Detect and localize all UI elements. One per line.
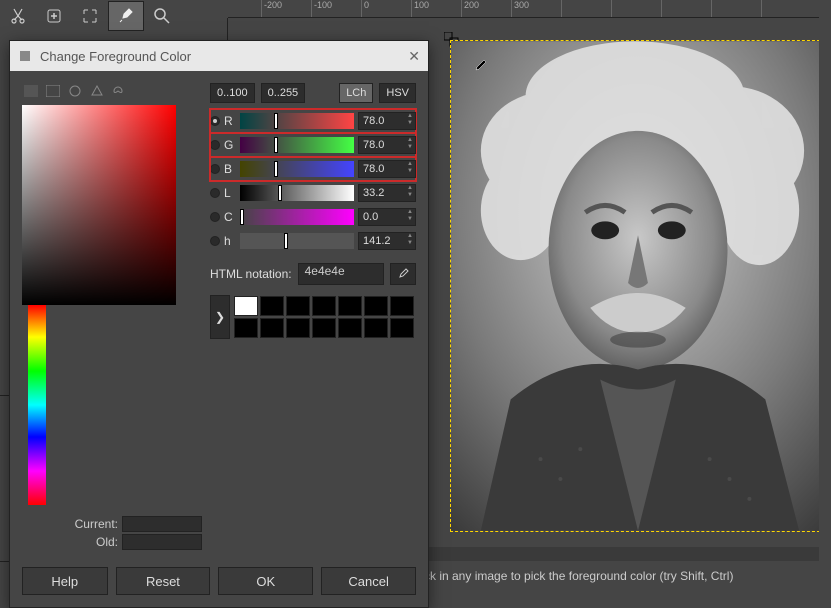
close-button[interactable]: ✕ [408,48,420,65]
range-0-100-button[interactable]: 0..100 [210,83,255,103]
dialog-title-text: Change Foreground Color [40,49,191,64]
colormodel-hsv-toggle[interactable]: HSV [379,83,416,103]
channel-g-value[interactable]: 78.0▲▼ [358,136,416,154]
tool-resize[interactable] [72,1,108,31]
channel-c-value[interactable]: 0.0▲▼ [358,208,416,226]
channel-b-row: B 78.0▲▼ [210,157,416,181]
ruler-tick: 300 [514,0,529,10]
old-label: Old: [96,535,118,549]
swatch-item[interactable] [234,318,258,338]
dialog-icon [18,49,34,63]
channel-l-slider[interactable] [240,185,354,201]
swatch-item[interactable] [286,296,310,316]
html-notation-input[interactable]: 4e4e4e [298,263,384,285]
change-foreground-color-dialog: Change Foreground Color ✕ [9,40,429,608]
swatch-item[interactable] [234,296,258,316]
hue-strip[interactable] [28,305,46,505]
image-canvas[interactable] [450,40,819,532]
picker-type-tabs [22,83,202,99]
swatch-item[interactable] [338,318,362,338]
ruler-tick: 200 [464,0,479,10]
channel-g-slider[interactable] [240,137,354,153]
tool-cut[interactable] [0,1,36,31]
channel-c-row: C 0.0▲▼ [210,205,416,229]
current-color-swatch [122,516,202,532]
colormodel-lch-toggle[interactable]: LCh [339,83,373,103]
channel-h-row: h 141.2▲▼ [210,229,416,253]
old-color-swatch[interactable] [122,534,202,550]
channel-r-row: R 78.0▲▼ [210,109,416,133]
swatch-item[interactable] [338,296,362,316]
eyedropper-button[interactable] [390,263,416,285]
dialog-titlebar[interactable]: Change Foreground Color ✕ [10,41,428,71]
channel-l-row: L 33.2▲▼ [210,181,416,205]
channel-c-slider[interactable] [240,209,354,225]
channel-r-slider[interactable] [240,113,354,129]
channel-radio[interactable] [210,236,220,246]
swatch-item[interactable] [286,318,310,338]
channel-h-value[interactable]: 141.2▲▼ [358,232,416,250]
swatch-item[interactable] [260,296,284,316]
swatch-item[interactable] [260,318,284,338]
swatch-item[interactable] [390,318,414,338]
channel-b-value[interactable]: 78.0▲▼ [358,160,416,178]
channel-g-row: G 78.0▲▼ [210,133,416,157]
tab-wheel-icon[interactable] [88,83,106,99]
html-notation-label: HTML notation: [210,267,292,281]
swatch-item[interactable] [364,318,388,338]
ruler-tick: 100 [414,0,429,10]
channel-g-label: G [224,138,236,152]
ruler-tick: -200 [264,0,282,10]
ruler-tick: 0 [364,0,369,10]
status-message: Click in any image to pick the foregroun… [410,569,825,583]
channel-r-label: R [224,114,236,128]
tools-toolbar [0,0,210,32]
channel-h-slider[interactable] [240,233,354,249]
tool-eyedropper[interactable] [108,1,144,31]
tab-watercolor-icon[interactable] [66,83,84,99]
portrait-image [451,41,819,531]
tab-cmyk-icon[interactable] [44,83,62,99]
swatch-expand-button[interactable]: ❯ [210,295,230,339]
channel-l-label: L [224,186,236,200]
channel-radio[interactable] [210,188,220,198]
swatch-item[interactable] [312,318,336,338]
tab-gimp-icon[interactable] [22,83,40,99]
channel-l-value[interactable]: 33.2▲▼ [358,184,416,202]
horizontal-ruler[interactable]: -200 -100 0 100 200 300 [228,0,819,18]
range-0-255-button[interactable]: 0..255 [261,83,306,103]
tab-palette-icon[interactable] [110,83,128,99]
current-label: Current: [75,517,118,531]
channel-radio[interactable] [210,116,220,126]
channel-b-slider[interactable] [240,161,354,177]
tool-heal[interactable] [36,1,72,31]
channel-b-label: B [224,162,236,176]
channel-radio[interactable] [210,140,220,150]
swatch-item[interactable] [364,296,388,316]
tool-zoom[interactable] [144,1,180,31]
channel-r-value[interactable]: 78.0▲▼ [358,112,416,130]
swatch-item[interactable] [312,296,336,316]
channel-radio[interactable] [210,164,220,174]
ruler-tick: -100 [314,0,332,10]
channel-c-label: C [224,210,236,224]
channel-radio[interactable] [210,212,220,222]
saturation-value-area[interactable] [22,105,176,305]
channel-h-label: h [224,234,236,248]
recent-swatches [234,296,414,338]
swatch-item[interactable] [390,296,414,316]
